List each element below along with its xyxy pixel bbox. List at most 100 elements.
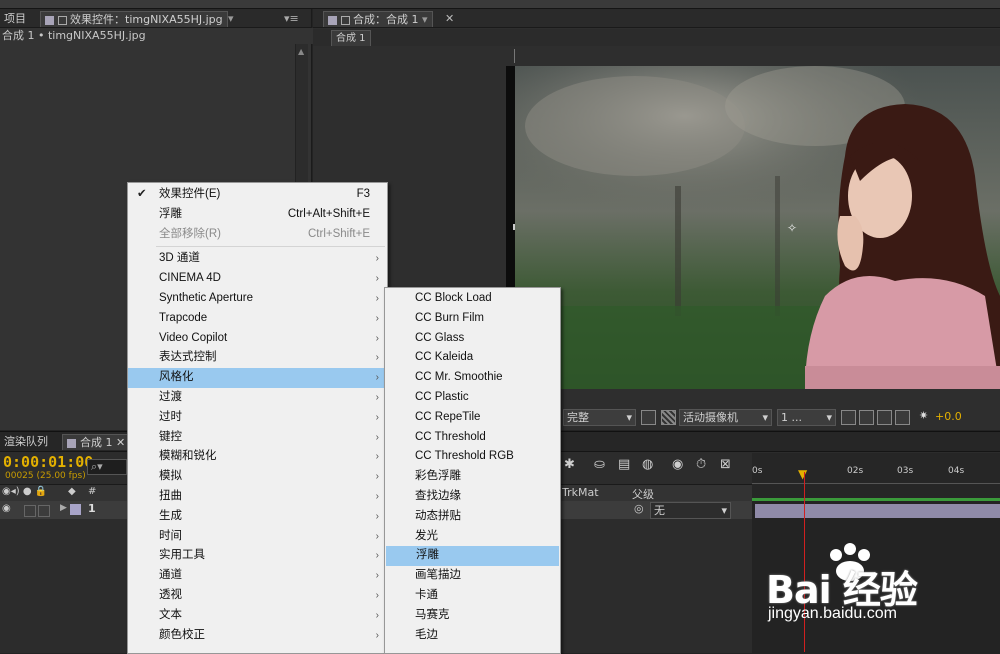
- tab-dropdown-icon[interactable]: ▾: [422, 13, 428, 26]
- submenu-item[interactable]: 马赛克: [385, 606, 560, 626]
- draft-3d-icon[interactable]: ✱: [564, 457, 575, 472]
- submenu-arrow-icon: ›: [375, 372, 379, 384]
- comp-subtab[interactable]: 合成 1: [331, 30, 371, 46]
- menu-item[interactable]: Synthetic Aperture ›: [128, 289, 387, 309]
- submenu-item[interactable]: 查找边缘: [385, 487, 560, 507]
- submenu-item[interactable]: CC Plastic: [385, 388, 560, 408]
- submenu-item[interactable]: 动态拼贴: [385, 507, 560, 527]
- scroll-up-icon[interactable]: ▲: [298, 47, 304, 56]
- toggle-pixel-aspect-icon[interactable]: [841, 410, 856, 425]
- submenu-item[interactable]: 发光: [385, 527, 560, 547]
- exposure-value[interactable]: +0.0: [935, 410, 962, 423]
- current-time-indicator-icon[interactable]: ▼: [798, 467, 807, 481]
- menu-item[interactable]: 生成 ›: [128, 507, 387, 527]
- menu-item-label: 实用工具: [159, 549, 205, 562]
- menu-item[interactable]: ✔ 效果控件(E) F3: [128, 185, 387, 205]
- tab-project[interactable]: 项目: [0, 11, 30, 26]
- baidu-watermark: Bai 经验 jingyan.baidu.com: [762, 541, 1000, 631]
- frame-blending-icon[interactable]: ▤: [618, 457, 630, 472]
- close-icon[interactable]: ✕: [441, 11, 458, 26]
- left-panel-scrollbar[interactable]: ▲: [295, 44, 308, 189]
- time-ruler[interactable]: 0s 02s 03s 04s ▼: [752, 453, 1000, 499]
- chevron-down-icon: ▾: [721, 504, 727, 517]
- panel-menu-icon[interactable]: ▾≡: [280, 11, 303, 26]
- submenu-item[interactable]: CC Burn Film: [385, 309, 560, 329]
- brainstorm-icon[interactable]: ◉: [672, 457, 683, 472]
- menu-item[interactable]: Video Copilot ›: [128, 329, 387, 349]
- menu-item-label: 生成: [159, 509, 182, 522]
- parent-select[interactable]: 无 ▾: [650, 502, 731, 519]
- solo-switch[interactable]: [38, 505, 50, 517]
- region-of-interest-icon[interactable]: [641, 410, 656, 425]
- tab-render-queue[interactable]: 渲染队列: [0, 434, 52, 449]
- menu-item-label: CC Kaleida: [415, 351, 474, 364]
- menu-item[interactable]: CINEMA 4D ›: [128, 269, 387, 289]
- visibility-eye-icon[interactable]: ◉: [2, 503, 11, 514]
- menu-item[interactable]: Trapcode ›: [128, 309, 387, 329]
- layer-search-input[interactable]: ⌕▾: [87, 459, 127, 475]
- menu-item[interactable]: 时间 ›: [128, 527, 387, 547]
- menu-item[interactable]: 文本 ›: [128, 606, 387, 626]
- menu-item[interactable]: 颜色校正 ›: [128, 626, 387, 646]
- comp-preview-image[interactable]: ✧: [515, 66, 1000, 389]
- comp-color-icon: [328, 15, 337, 25]
- fast-previews-icon[interactable]: [859, 410, 874, 425]
- tab-composition[interactable]: 合成：合成 1 ▾: [323, 11, 433, 27]
- submenu-item[interactable]: 画笔描边: [385, 566, 560, 586]
- layer-duration-bar[interactable]: [755, 504, 1000, 518]
- menu-item[interactable]: 模拟 ›: [128, 467, 387, 487]
- graph-editor-icon[interactable]: ⊠: [720, 457, 731, 472]
- stopwatch-icon[interactable]: ⏱: [696, 457, 706, 472]
- menu-item[interactable]: 通道 ›: [128, 566, 387, 586]
- submenu-item[interactable]: CC Threshold RGB: [385, 447, 560, 467]
- submenu-item[interactable]: CC Glass: [385, 329, 560, 349]
- menu-item[interactable]: 浮雕 Ctrl+Alt+Shift+E: [128, 205, 387, 225]
- submenu-item[interactable]: 卡通: [385, 586, 560, 606]
- submenu-item[interactable]: CC Kaleida: [385, 348, 560, 368]
- menu-item-label: 颜色校正: [159, 628, 205, 641]
- submenu-item[interactable]: CC RepeTile: [385, 408, 560, 428]
- menu-item[interactable]: 风格化 ›: [128, 368, 387, 388]
- views-select[interactable]: 1 ... ▾: [777, 409, 836, 426]
- lock-icon[interactable]: [341, 15, 350, 25]
- comp-viewer-toolbar: 完整 ▾ 活动摄像机 ▾ 1 ... ▾ ✷ +0.0: [557, 409, 1000, 427]
- comp-flowchart-icon[interactable]: [895, 410, 910, 425]
- menu-item[interactable]: 模糊和锐化 ›: [128, 447, 387, 467]
- menu-item[interactable]: 表达式控制 ›: [128, 348, 387, 368]
- menu-item[interactable]: 键控 ›: [128, 428, 387, 448]
- pickwhip-icon[interactable]: ◎: [634, 502, 644, 515]
- layer-label-color[interactable]: [70, 504, 81, 515]
- submenu-arrow-icon: ›: [375, 293, 379, 304]
- current-timecode[interactable]: 0:00:01:00: [3, 453, 93, 471]
- submenu-item[interactable]: 浮雕: [386, 546, 559, 567]
- menu-item-label: 卡通: [415, 589, 438, 601]
- menu-item[interactable]: 3D 通道 ›: [128, 249, 387, 269]
- menu-item[interactable]: 透视 ›: [128, 586, 387, 606]
- menu-item[interactable]: 过时 ›: [128, 408, 387, 428]
- menu-item-label: 模糊和锐化: [159, 450, 217, 463]
- tab-timeline-comp[interactable]: 合成 1 ✕: [62, 434, 131, 450]
- motion-blur-icon[interactable]: ◍: [642, 457, 653, 472]
- camera-select[interactable]: 活动摄像机 ▾: [679, 409, 772, 426]
- submenu-item[interactable]: CC Threshold: [385, 428, 560, 448]
- close-icon[interactable]: ✕: [116, 436, 125, 449]
- tab-dropdown-icon[interactable]: ▾: [224, 11, 238, 26]
- checkmark-icon: ✔: [137, 188, 147, 200]
- lock-icon[interactable]: [58, 15, 67, 25]
- exposure-icon[interactable]: ✷: [919, 409, 928, 422]
- transparency-grid-icon[interactable]: [661, 410, 676, 425]
- menu-item[interactable]: 过渡 ›: [128, 388, 387, 408]
- submenu-item[interactable]: 毛边: [385, 626, 560, 646]
- submenu-item[interactable]: 彩色浮雕: [385, 467, 560, 487]
- submenu-item[interactable]: CC Mr. Smoothie: [385, 368, 560, 388]
- submenu-item[interactable]: CC Block Load: [385, 289, 560, 309]
- shy-icon[interactable]: ⛀: [594, 457, 605, 472]
- expand-triangle-icon[interactable]: ▶: [60, 503, 67, 513]
- quality-select[interactable]: 完整 ▾: [563, 409, 636, 426]
- menu-item[interactable]: 实用工具 ›: [128, 546, 387, 566]
- camera-select-label: 活动摄像机: [683, 411, 738, 424]
- menu-item[interactable]: 扭曲 ›: [128, 487, 387, 507]
- timeline-icon[interactable]: [877, 410, 892, 425]
- audio-switch[interactable]: [24, 505, 36, 517]
- tab-effect-controls[interactable]: 效果控件：timgNIXA55HJ.jpg: [40, 11, 228, 27]
